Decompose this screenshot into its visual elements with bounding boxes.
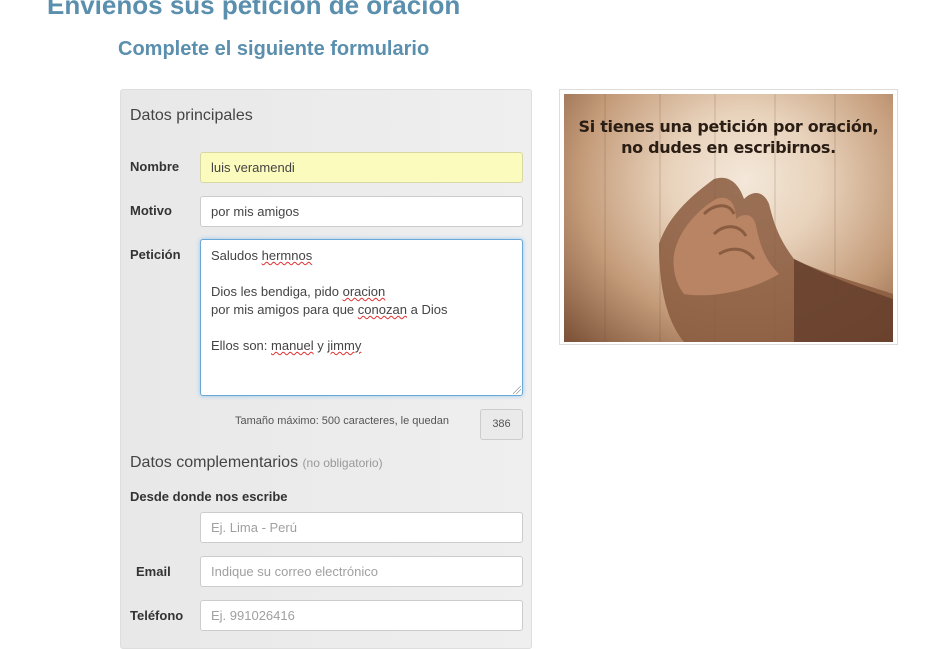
prayer-request-form: Datos principales Nombre luis veramendi … <box>120 89 532 649</box>
nombre-label: Nombre <box>130 159 180 174</box>
peticion-textarea[interactable]: Saludos hermnos Dios les bendiga, pido o… <box>200 239 523 396</box>
prayer-image-frame: Si tienes una petición por oración, no d… <box>559 89 898 345</box>
complementary-section-title: Datos complementarios (no obligatorio) <box>130 454 383 472</box>
caption-line-1: Si tienes una petición por oración, <box>578 117 879 136</box>
main-section-title: Datos principales <box>130 107 253 124</box>
motivo-input[interactable]: por mis amigos <box>200 196 523 227</box>
peticion-line <box>211 265 512 283</box>
peticion-line: Saludos hermnos <box>211 248 313 263</box>
resize-grip-icon[interactable] <box>513 386 521 394</box>
optional-note: (no obligatorio) <box>302 456 383 470</box>
max-length-note: Tamaño máximo: 500 caracteres, le quedan <box>235 415 450 427</box>
email-label: Email <box>136 564 171 579</box>
peticion-label: Petición <box>130 247 181 262</box>
complementary-title-text: Datos complementarios <box>130 454 299 471</box>
email-input[interactable]: Indique su correo electrónico <box>200 556 523 587</box>
peticion-line: Dios les bendiga, pido oracion <box>211 284 386 299</box>
peticion-line: por mis amigos para que conozan a Dios <box>211 302 448 317</box>
praying-hands-image: Si tienes una petición por oración, no d… <box>564 94 893 342</box>
ubicacion-label: Desde donde nos escribe <box>130 489 288 504</box>
motivo-label: Motivo <box>130 203 172 218</box>
ubicacion-input[interactable]: Ej. Lima - Perú <box>200 512 523 543</box>
caption-line-2: no dudes en escribirnos. <box>621 138 836 157</box>
peticion-line: Ellos son: manuel y jimmy <box>211 338 362 353</box>
image-caption: Si tienes una petición por oración, no d… <box>564 116 893 158</box>
peticion-line <box>211 319 512 337</box>
nombre-input[interactable]: luis veramendi <box>200 152 523 183</box>
remaining-chars-counter: 386 <box>480 409 523 440</box>
page-title: Envíenos sus petición de oración <box>47 0 461 20</box>
page-subtitle: Complete el siguiente formulario <box>118 38 430 60</box>
